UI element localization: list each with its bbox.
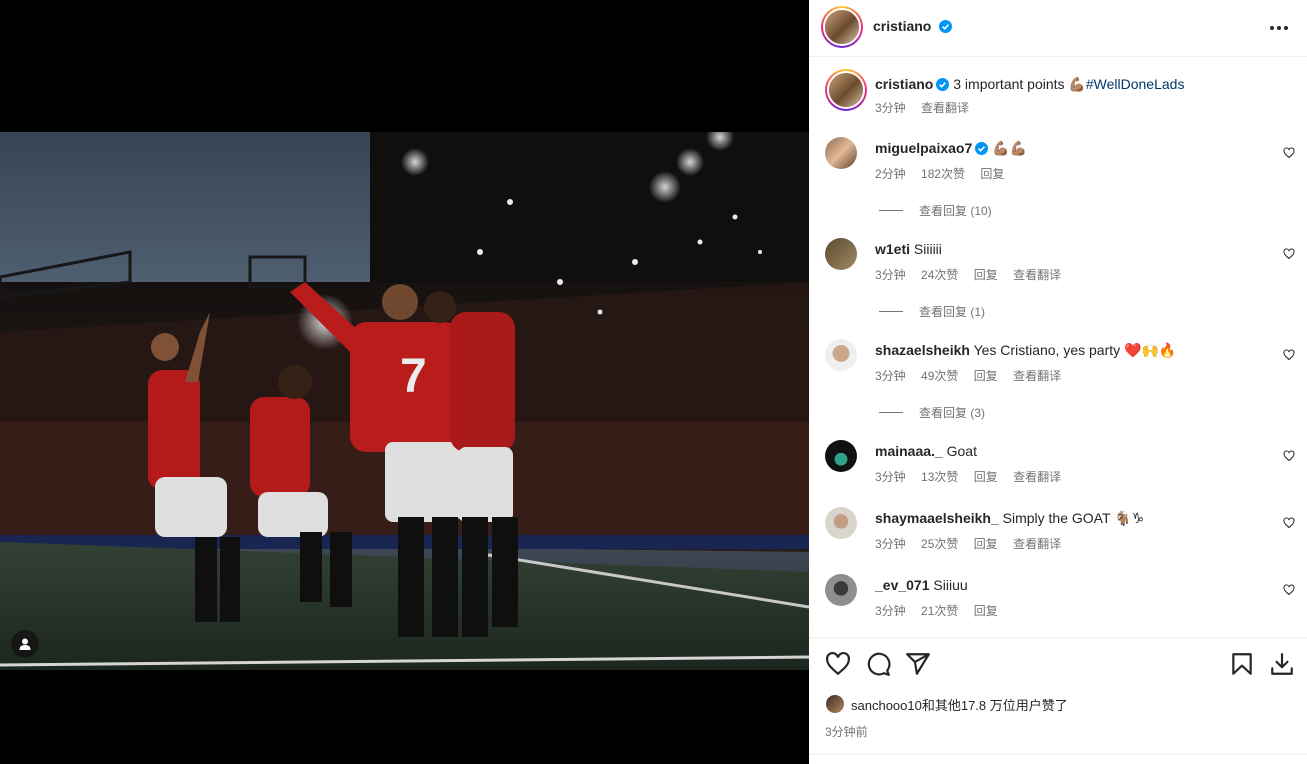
comment-likes[interactable]: 25次赞 (921, 537, 958, 551)
comment-reply-button[interactable]: 回复 (974, 268, 998, 282)
comment-item: shaymaaelsheikh_ Simply the GOAT 🐐♑ 3分钟 … (825, 507, 1295, 551)
comment-likes[interactable]: 49次赞 (921, 369, 958, 383)
likes-summary[interactable]: sanchooo10和其他17.8 万位用户赞了 (825, 694, 1068, 714)
heart-icon[interactable] (1283, 248, 1295, 260)
comment-item: shazaelsheikh Yes Cristiano, yes party ❤… (825, 339, 1295, 383)
comment-likes[interactable]: 13次赞 (921, 470, 958, 484)
heart-icon[interactable] (825, 651, 851, 677)
view-replies-button[interactable]: 查看回复 (3) (879, 404, 985, 421)
author-name-row: cristiano (873, 18, 952, 36)
comment-username[interactable]: w1eti (875, 241, 910, 257)
comment-item: miguelpaixao7 💪🏽💪🏽 2分钟 182次赞 回复 (825, 137, 1295, 181)
comment-text: Siiiuu (933, 577, 968, 593)
view-replies-button[interactable]: 查看回复 (10) (879, 202, 992, 219)
caption-text: 3 important points 💪🏽 (953, 76, 1086, 92)
comment-translate-link[interactable]: 查看翻译 (1013, 470, 1061, 484)
divider (809, 754, 1307, 755)
view-replies-label: 查看回复 (1) (919, 305, 986, 319)
comment-avatar[interactable] (825, 574, 857, 606)
view-replies-label: 查看回复 (3) (919, 406, 986, 420)
verified-badge-icon (938, 20, 952, 33)
heart-icon[interactable] (1283, 517, 1295, 529)
comment-age: 3分钟 (875, 268, 906, 282)
heart-icon[interactable] (1283, 584, 1295, 596)
heart-icon[interactable] (1283, 147, 1295, 159)
post-photo[interactable]: 7 (0, 132, 809, 670)
comment-translate-link[interactable]: 查看翻译 (1013, 268, 1061, 282)
likes-summary-text: sanchooo10和其他17.8 万位用户赞了 (851, 697, 1068, 713)
heart-icon[interactable] (1283, 349, 1295, 361)
comment-avatar[interactable] (825, 238, 857, 270)
comment-text: Siiiiii (913, 241, 942, 257)
football-celebration-image: 7 (0, 132, 809, 670)
comment-username[interactable]: miguelpaixao7 (875, 140, 972, 156)
more-horizontal-icon[interactable] (1267, 16, 1291, 40)
comment-likes[interactable]: 182次赞 (921, 167, 965, 181)
comment-age: 3分钟 (875, 604, 906, 618)
comment-text: Simply the GOAT 🐐♑ (1002, 510, 1145, 526)
download-icon[interactable] (1269, 651, 1295, 677)
caption-age: 3分钟 (875, 101, 906, 115)
comment-username[interactable]: mainaaa._ (875, 443, 943, 459)
caption-translate-link[interactable]: 查看翻译 (921, 101, 969, 115)
comment-translate-link[interactable]: 查看翻译 (1013, 369, 1061, 383)
comment-avatar[interactable] (825, 507, 857, 539)
post-header: cristiano (809, 0, 1307, 57)
verified-badge-icon (936, 78, 950, 91)
comment-age: 2分钟 (875, 167, 906, 181)
comment-age: 3分钟 (875, 470, 906, 484)
heart-icon[interactable] (1283, 450, 1295, 462)
comment-item: w1eti Siiiiii 3分钟 24次赞 回复 查看翻译 (825, 238, 1295, 282)
comment-avatar[interactable] (825, 440, 857, 472)
comment-reply-button[interactable]: 回复 (974, 604, 998, 618)
comment-reply-button[interactable]: 回复 (974, 537, 998, 551)
comment-reply-button[interactable]: 回复 (974, 369, 998, 383)
view-replies-label: 查看回复 (10) (919, 204, 992, 218)
author-username[interactable]: cristiano (873, 18, 931, 34)
post-caption: cristiano 3 important points 💪🏽#WellDone… (825, 69, 1295, 119)
comment-avatar[interactable] (825, 137, 857, 169)
caption-avatar[interactable] (825, 69, 867, 111)
comments-list[interactable]: cristiano 3 important points 💪🏽#WellDone… (809, 57, 1307, 637)
comment-age: 3分钟 (875, 369, 906, 383)
post-side-panel: cristiano cristiano 3 important points 💪… (809, 0, 1307, 764)
caption-username[interactable]: cristiano (875, 76, 933, 92)
user-tag-icon[interactable] (11, 630, 39, 658)
comment-icon[interactable] (865, 651, 891, 677)
comment-text: Yes Cristiano, yes party ❤️🙌🔥 (973, 342, 1177, 358)
comment-text: 💪🏽💪🏽 (992, 140, 1028, 156)
view-replies-button[interactable]: 查看回复 (1) (879, 303, 985, 320)
comment-reply-button[interactable]: 回复 (980, 167, 1004, 181)
comment-username[interactable]: shazaelsheikh (875, 342, 970, 358)
comment-item: mainaaa._ Goat 3分钟 13次赞 回复 查看翻译 (825, 440, 1295, 484)
comment-text: Goat (946, 443, 977, 459)
comment-translate-link[interactable]: 查看翻译 (1013, 537, 1061, 551)
caption-hashtag[interactable]: #WellDoneLads (1086, 76, 1185, 92)
comment-age: 3分钟 (875, 537, 906, 551)
comment-avatar[interactable] (825, 339, 857, 371)
comment-item: _ev_071 Siiiuu 3分钟 21次赞 回复 (825, 574, 1295, 618)
bookmark-icon[interactable] (1229, 651, 1255, 677)
comment-reply-button[interactable]: 回复 (974, 470, 998, 484)
comment-likes[interactable]: 21次赞 (921, 604, 958, 618)
post-timestamp: 3分钟前 (825, 725, 868, 739)
liker-avatar (825, 694, 845, 714)
post-media: 7 (0, 0, 809, 764)
verified-badge-icon (975, 142, 989, 155)
comment-username[interactable]: shaymaaelsheikh_ (875, 510, 999, 526)
send-icon[interactable] (905, 651, 931, 677)
comment-username[interactable]: _ev_071 (875, 577, 930, 593)
author-avatar[interactable] (821, 6, 863, 48)
comment-likes[interactable]: 24次赞 (921, 268, 958, 282)
post-actions: sanchooo10和其他17.8 万位用户赞了 3分钟前 (809, 637, 1307, 764)
